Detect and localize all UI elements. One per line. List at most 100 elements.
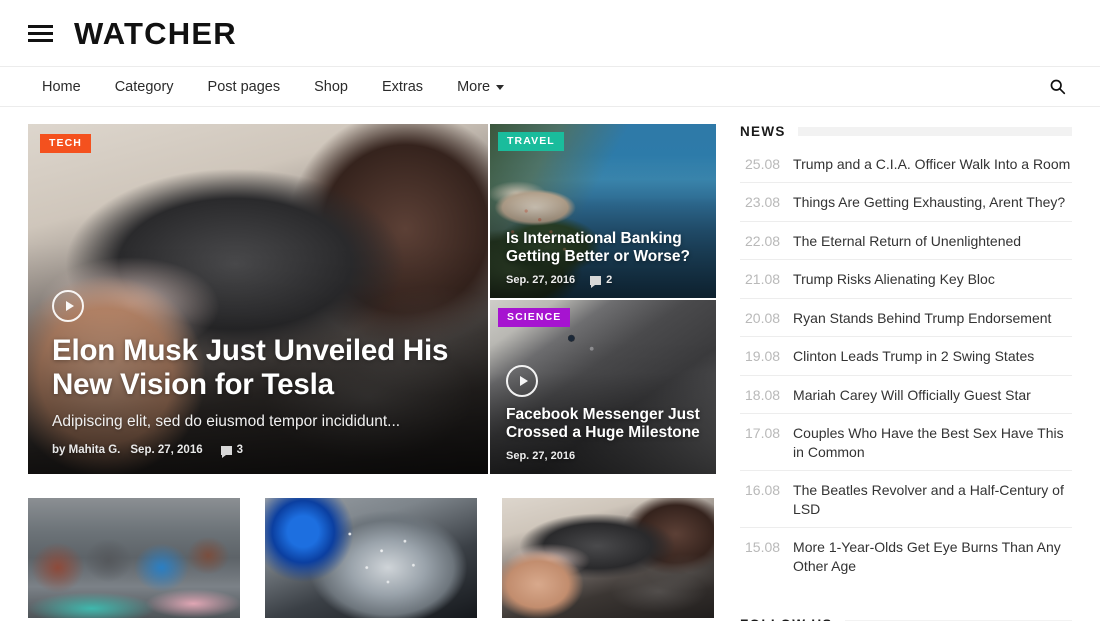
play-icon[interactable] <box>506 365 538 397</box>
post-thumbnail-image[interactable] <box>265 498 477 618</box>
nav-item-label: Extras <box>382 79 423 95</box>
comment-count-value: 2 <box>606 274 612 286</box>
post-date: Sep. 27, 2016 <box>506 274 575 286</box>
category-badge-science[interactable]: SCIENCE <box>498 308 570 327</box>
featured-post-title[interactable]: Elon Musk Just Unveiled His New Vision f… <box>52 334 464 402</box>
news-item-date: 20.08 <box>745 310 780 326</box>
sequin-disco-ball-photo <box>265 498 477 618</box>
chevron-down-icon <box>496 85 504 90</box>
news-list-item[interactable]: 22.08 The Eternal Return of Unenlightene… <box>740 222 1072 260</box>
news-list-item[interactable]: 19.08 Clinton Leads Trump in 2 Swing Sta… <box>740 337 1072 375</box>
nav-item-label: Home <box>42 79 81 95</box>
post-card-camera[interactable] <box>502 498 714 618</box>
news-item-date: 19.08 <box>745 348 780 364</box>
featured-post-text: Facebook Messenger Just Crossed a Huge M… <box>506 365 702 462</box>
news-list-item[interactable]: 16.08 The Beatles Revolver and a Half-Ce… <box>740 471 1072 528</box>
site-logo[interactable]: WATCHER <box>74 18 237 49</box>
news-item-title[interactable]: Things Are Getting Exhausting, Arent The… <box>793 193 1065 211</box>
hamburger-bar <box>28 32 53 35</box>
search-icon <box>1049 78 1066 95</box>
nav-item-label: Category <box>115 79 174 95</box>
featured-post-meta: Sep. 27, 2016 <box>506 450 702 462</box>
featured-posts-grid: TECH Elon Musk Just Unveiled His New Vis… <box>28 124 716 474</box>
news-list-item[interactable]: 15.08 More 1-Year-Olds Get Eye Burns Tha… <box>740 528 1072 584</box>
camera-in-hands-photo <box>502 498 714 618</box>
featured-post-travel[interactable]: TRAVEL Is International Banking Getting … <box>490 124 716 298</box>
main-navigation: Home Category Post pages Shop Extras Mor… <box>0 66 1100 107</box>
post-thumbnail-image[interactable] <box>28 498 240 618</box>
news-item-title[interactable]: Clinton Leads Trump in 2 Swing States <box>793 347 1034 365</box>
featured-post-science[interactable]: SCIENCE Facebook Messenger Just Crossed … <box>490 300 716 474</box>
post-date: Sep. 27, 2016 <box>130 444 202 456</box>
post-date: Sep. 27, 2016 <box>506 450 575 462</box>
yoga-class-photo <box>28 498 240 618</box>
hamburger-icon[interactable] <box>28 25 53 42</box>
news-item-date: 21.08 <box>745 271 780 287</box>
news-list-item[interactable]: 20.08 Ryan Stands Behind Trump Endorseme… <box>740 299 1072 337</box>
play-triangle <box>66 301 74 311</box>
sidebar: NEWS 25.08 Trump and a C.I.A. Officer Wa… <box>740 124 1072 619</box>
comment-bubble-icon <box>221 446 232 455</box>
post-thumbnail-row <box>28 498 716 618</box>
news-item-date: 15.08 <box>745 539 780 555</box>
main-content-column: TECH Elon Musk Just Unveiled His New Vis… <box>28 124 716 619</box>
news-list-item[interactable]: 17.08 Couples Who Have the Best Sex Have… <box>740 414 1072 471</box>
comment-count[interactable]: 2 <box>590 274 612 286</box>
news-list-item[interactable]: 21.08 Trump Risks Alienating Key Bloc <box>740 260 1072 298</box>
featured-post-main[interactable]: TECH Elon Musk Just Unveiled His New Vis… <box>28 124 488 474</box>
news-item-title[interactable]: The Eternal Return of Unenlightened <box>793 232 1021 250</box>
nav-item-label: Post pages <box>208 79 281 95</box>
post-card-sequin[interactable] <box>265 498 477 618</box>
nav-item-category[interactable]: Category <box>98 79 191 95</box>
news-list-item[interactable]: 25.08 Trump and a C.I.A. Officer Walk In… <box>740 145 1072 183</box>
featured-post-title[interactable]: Is International Banking Getting Better … <box>506 230 702 267</box>
category-badge-travel[interactable]: TRAVEL <box>498 132 564 151</box>
nav-item-label: More <box>457 79 490 95</box>
nav-item-shop[interactable]: Shop <box>297 79 365 95</box>
news-item-date: 23.08 <box>745 194 780 210</box>
featured-post-text: Is International Banking Getting Better … <box>506 230 702 286</box>
play-icon[interactable] <box>52 290 84 322</box>
widget-divider-bar <box>798 127 1072 136</box>
news-item-title[interactable]: Trump and a C.I.A. Officer Walk Into a R… <box>793 155 1070 173</box>
nav-item-more[interactable]: More <box>440 79 521 95</box>
news-list-item[interactable]: 18.08 Mariah Carey Will Officially Guest… <box>740 376 1072 414</box>
comment-count-value: 3 <box>237 444 243 456</box>
featured-post-title[interactable]: Facebook Messenger Just Crossed a Huge M… <box>506 406 702 443</box>
comment-count[interactable]: 3 <box>221 444 243 456</box>
featured-secondary-stack: TRAVEL Is International Banking Getting … <box>490 124 716 474</box>
featured-post-meta: Sep. 27, 2016 2 <box>506 274 702 286</box>
follow-widget-header: FOLLOW US <box>740 617 1072 621</box>
news-item-title[interactable]: Couples Who Have the Best Sex Have This … <box>793 424 1072 461</box>
nav-item-home[interactable]: Home <box>28 79 98 95</box>
news-list: 25.08 Trump and a C.I.A. Officer Walk In… <box>740 145 1072 584</box>
news-list-item[interactable]: 23.08 Things Are Getting Exhausting, Are… <box>740 183 1072 221</box>
featured-post-text: Elon Musk Just Unveiled His New Vision f… <box>52 290 464 456</box>
site-header: WATCHER <box>0 0 1100 66</box>
news-item-title[interactable]: More 1-Year-Olds Get Eye Burns Than Any … <box>793 538 1072 575</box>
nav-item-post-pages[interactable]: Post pages <box>191 79 298 95</box>
search-button[interactable] <box>1042 72 1072 102</box>
news-widget-header: NEWS <box>740 124 1072 139</box>
post-author: by Mahita G. <box>52 444 120 456</box>
hamburger-bar <box>28 25 53 28</box>
news-item-title[interactable]: Ryan Stands Behind Trump Endorsement <box>793 309 1051 327</box>
category-badge-tech[interactable]: TECH <box>40 134 91 153</box>
news-item-date: 16.08 <box>745 482 780 498</box>
post-card-yoga[interactable] <box>28 498 240 618</box>
news-item-title[interactable]: The Beatles Revolver and a Half-Century … <box>793 481 1072 518</box>
news-item-title[interactable]: Mariah Carey Will Officially Guest Star <box>793 386 1031 404</box>
news-item-date: 22.08 <box>745 233 780 249</box>
page-body: TECH Elon Musk Just Unveiled His New Vis… <box>0 107 1100 619</box>
follow-widget-title: FOLLOW US <box>740 617 833 621</box>
news-widget-title: NEWS <box>740 124 786 139</box>
hamburger-bar <box>28 39 53 42</box>
nav-item-label: Shop <box>314 79 348 95</box>
featured-post-subtitle: Adipiscing elit, sed do eiusmod tempor i… <box>52 413 464 431</box>
news-item-title[interactable]: Trump Risks Alienating Key Bloc <box>793 270 995 288</box>
featured-post-meta: by Mahita G. Sep. 27, 2016 3 <box>52 444 464 456</box>
news-item-date: 17.08 <box>745 425 780 441</box>
post-thumbnail-image[interactable] <box>502 498 714 618</box>
nav-item-extras[interactable]: Extras <box>365 79 440 95</box>
nav-item-list: Home Category Post pages Shop Extras Mor… <box>28 79 1042 95</box>
